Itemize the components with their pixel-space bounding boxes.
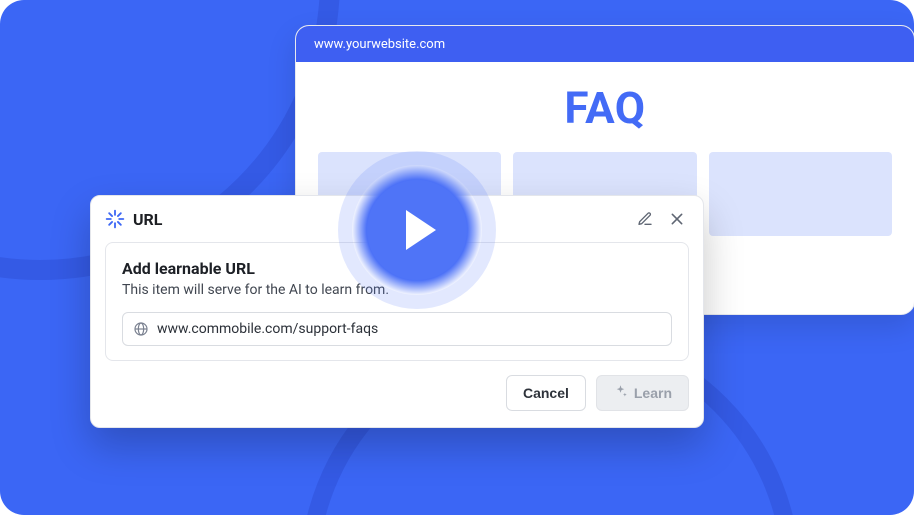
edit-icon[interactable]: [633, 207, 657, 231]
play-button[interactable]: [352, 165, 482, 295]
app-logo-icon: [105, 209, 125, 229]
learn-button[interactable]: Learn: [596, 375, 689, 411]
close-icon[interactable]: [665, 207, 689, 231]
page-title: FAQ: [296, 82, 914, 134]
cancel-button-label: Cancel: [523, 385, 569, 401]
dialog-footer: Cancel Learn: [91, 375, 703, 427]
learn-button-label: Learn: [634, 385, 672, 401]
promo-stage: www.yourwebsite.com FAQ: [0, 0, 914, 515]
browser-address-bar: www.yourwebsite.com: [296, 26, 914, 62]
play-icon: [367, 180, 467, 280]
sparkle-icon: [613, 384, 628, 402]
browser-url: www.yourwebsite.com: [314, 37, 445, 52]
cancel-button[interactable]: Cancel: [506, 375, 586, 411]
url-input[interactable]: www.commobile.com/support-faqs: [122, 312, 672, 346]
faq-card-placeholder: [709, 152, 892, 236]
globe-icon: [133, 321, 149, 337]
url-input-value: www.commobile.com/support-faqs: [157, 321, 378, 337]
